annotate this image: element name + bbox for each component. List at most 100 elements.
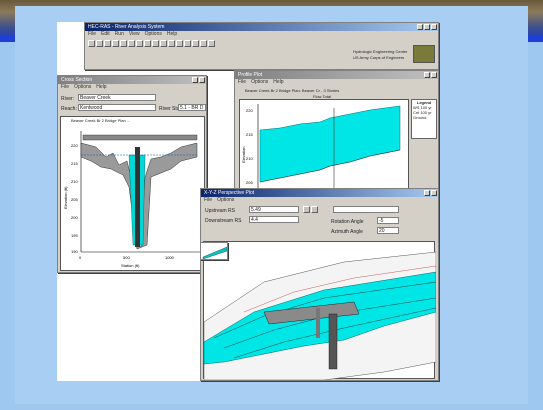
warnings-button[interactable] [208, 39, 215, 47]
cross-section-title: Cross Section [61, 77, 93, 83]
xs-y-tick-label: 200 [71, 215, 78, 220]
xs-x-tick-label: 1000 [165, 255, 175, 260]
profile-y-ticks: 220 215 210 205 [246, 108, 253, 185]
bridge-pier [135, 147, 140, 247]
xs-plot-svg: Elevation (ft) Station (ft) 220 215 210 … [63, 131, 201, 268]
profile-y-tick-label: 210 [246, 156, 253, 161]
summary-button[interactable] [200, 39, 207, 47]
hydrograph-button[interactable] [184, 39, 191, 47]
run-steady-button[interactable] [136, 39, 143, 47]
cross-section-plot-button[interactable] [152, 39, 159, 47]
hec-logo [413, 45, 435, 63]
xs-menubar: File Options Help [58, 84, 206, 91]
geometry-button[interactable] [104, 39, 111, 47]
xs-y-tick-label: 220 [71, 143, 78, 148]
cross-section-window: Cross Section File Options Help River: B… [57, 75, 207, 273]
pier-3d [328, 313, 338, 370]
info-line-2: US Army Corps of Engineers [353, 55, 405, 60]
azimuth-label: Azimuth Angle [331, 229, 363, 235]
main-menubar: File Edit Run View Options Help [85, 31, 438, 38]
menu-options[interactable]: Options [145, 31, 162, 38]
main-window-title: HEC-RAS - River Analysis System [88, 24, 165, 30]
unsteady-flow-button[interactable] [120, 39, 127, 47]
profile-legend: Legend WS 100 yr Crit 100 yr Ground [411, 99, 437, 139]
xs-y-tick-label: 215 [71, 161, 78, 166]
xs-y-tick-label: 210 [71, 179, 78, 184]
maximize-button[interactable] [424, 24, 430, 30]
xs-y-tick-label: 205 [71, 197, 78, 202]
azimuth-input[interactable]: 20 [377, 227, 399, 234]
persp-menu-file[interactable]: File [204, 197, 212, 204]
profile-close-button[interactable] [431, 72, 437, 78]
downstream-select[interactable]: 4.4 [249, 216, 299, 223]
persp-minimize-button[interactable] [424, 190, 430, 196]
xs-y-ticks: 220 215 210 205 200 195 190 [71, 143, 78, 254]
xs-y-tick-label: 190 [71, 249, 78, 254]
profile-titlebar[interactable]: Profile Plot [235, 71, 438, 79]
xs-xlabel: Station (ft) [121, 263, 140, 268]
run-unsteady-button[interactable] [144, 39, 151, 47]
profile-plot-button[interactable] [160, 39, 167, 47]
xs-menu-options[interactable]: Options [74, 84, 91, 91]
profile-y-tick-label: 215 [246, 132, 253, 137]
river-label: River: [61, 96, 75, 102]
main-window-titlebar[interactable]: HEC-RAS - River Analysis System [85, 23, 438, 31]
open-project-button[interactable] [88, 39, 95, 47]
xs-x-tick-label: 500 [123, 255, 130, 260]
reach-label: Reach: [61, 106, 77, 112]
persp-up-button[interactable] [303, 206, 310, 213]
pier-3d [316, 308, 320, 338]
info-line-1: Hydrologic Engineering Center [353, 49, 408, 54]
perspective-plot-area [203, 241, 436, 380]
steady-flow-button[interactable] [112, 39, 119, 47]
menu-help[interactable]: Help [167, 31, 177, 38]
perspective-titlebar[interactable]: X-Y-Z Perspective Plot [201, 189, 438, 197]
profile-menu-help[interactable]: Help [273, 79, 283, 86]
xs-plot-area: Beaver Creek Br 2 Bridge Plan ... Elevat… [60, 116, 205, 271]
xs-x-ticks: 0 500 1000 [79, 255, 175, 260]
profile-plot-title: Beaver Creek Br 2 Bridge Plan: Beaver Cr… [245, 88, 340, 93]
river-select[interactable]: Beaver Creek [78, 94, 156, 101]
xyz-plot-button[interactable] [176, 39, 183, 47]
xs-menu-file[interactable]: File [61, 84, 69, 91]
profile-plot-svg: Elevation 220 215 210 205 [241, 104, 406, 193]
persp-close-button[interactable] [431, 190, 437, 196]
profile-minimize-button[interactable] [424, 72, 430, 78]
profile-title: Profile Plot [238, 72, 263, 78]
xs-minimize-button[interactable] [192, 77, 198, 83]
perspective-window: X-Y-Z Perspective Plot File Options Upst… [200, 188, 439, 381]
sediment-button[interactable] [128, 39, 135, 47]
reach-select[interactable]: Kentwood [78, 104, 156, 111]
xs-y-tick-label: 195 [71, 233, 78, 238]
persp-down-button[interactable] [311, 206, 318, 213]
profile-menubar: File Options Help [235, 79, 438, 86]
minimize-button[interactable] [417, 24, 423, 30]
river-sta-select[interactable]: 5.1 - BR D [178, 104, 206, 111]
persp-menu-options[interactable]: Options [217, 197, 234, 204]
persp-menubar: File Options [201, 197, 438, 204]
table-button[interactable] [192, 39, 199, 47]
main-window: HEC-RAS - River Analysis System File Edi… [84, 22, 439, 70]
main-toolbar [85, 38, 438, 48]
profile-plot-area: Elevation 220 215 210 205 [239, 99, 409, 197]
menu-edit[interactable]: Edit [101, 31, 110, 38]
zoom-slider[interactable] [333, 206, 399, 213]
profile-window: Profile Plot File Options Help Beaver Cr… [234, 70, 439, 200]
legend-item-ground: Ground [413, 115, 427, 120]
thumbnail-window[interactable] [200, 242, 228, 260]
menu-run[interactable]: Run [115, 31, 124, 38]
thumbnail-svg [202, 246, 227, 259]
close-button[interactable] [431, 24, 437, 30]
cross-section-titlebar[interactable]: Cross Section [58, 76, 206, 84]
save-project-button[interactable] [96, 39, 103, 47]
profile-menu-options[interactable]: Options [251, 79, 268, 86]
upstream-select[interactable]: 5.49 [249, 206, 299, 213]
profile-menu-file[interactable]: File [238, 79, 246, 86]
rotation-input[interactable]: -5 [377, 217, 399, 224]
xs-menu-help[interactable]: Help [96, 84, 106, 91]
menu-file[interactable]: File [88, 31, 96, 38]
menu-view[interactable]: View [129, 31, 140, 38]
upstream-label: Upstream RS [205, 208, 236, 214]
xs-close-button[interactable] [199, 77, 205, 83]
rating-curve-button[interactable] [168, 39, 175, 47]
